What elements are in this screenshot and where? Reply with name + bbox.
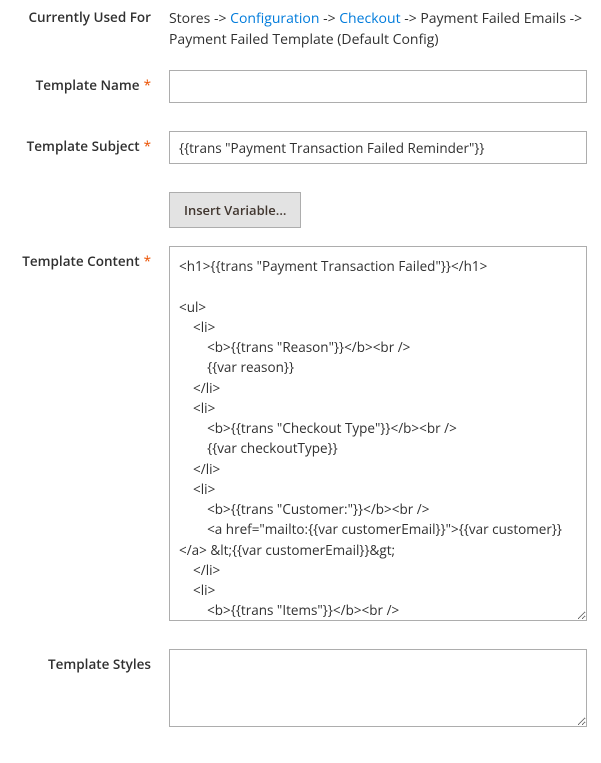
required-marker: * [144, 137, 151, 155]
breadcrumb-link-configuration[interactable]: Configuration [230, 9, 319, 28]
template-name-label: Template Name* [14, 70, 169, 94]
breadcrumb-text: Stores -> [169, 9, 230, 28]
template-styles-label: Template Styles [14, 649, 169, 673]
template-name-input[interactable] [169, 70, 587, 103]
template-content-textarea[interactable] [169, 246, 587, 621]
currently-used-for-label: Currently Used For [14, 8, 169, 26]
breadcrumb-link-checkout[interactable]: Checkout [339, 9, 400, 28]
breadcrumb-sep: -> [319, 9, 339, 28]
required-marker: * [144, 252, 151, 270]
required-marker: * [144, 76, 151, 94]
template-subject-input[interactable] [169, 131, 587, 164]
template-subject-label: Template Subject* [14, 131, 169, 155]
template-content-label: Template Content* [14, 246, 169, 270]
template-styles-textarea[interactable] [169, 649, 587, 727]
breadcrumb: Stores -> Configuration -> Checkout -> P… [169, 8, 587, 50]
insert-variable-button[interactable]: Insert Variable... [169, 192, 301, 228]
